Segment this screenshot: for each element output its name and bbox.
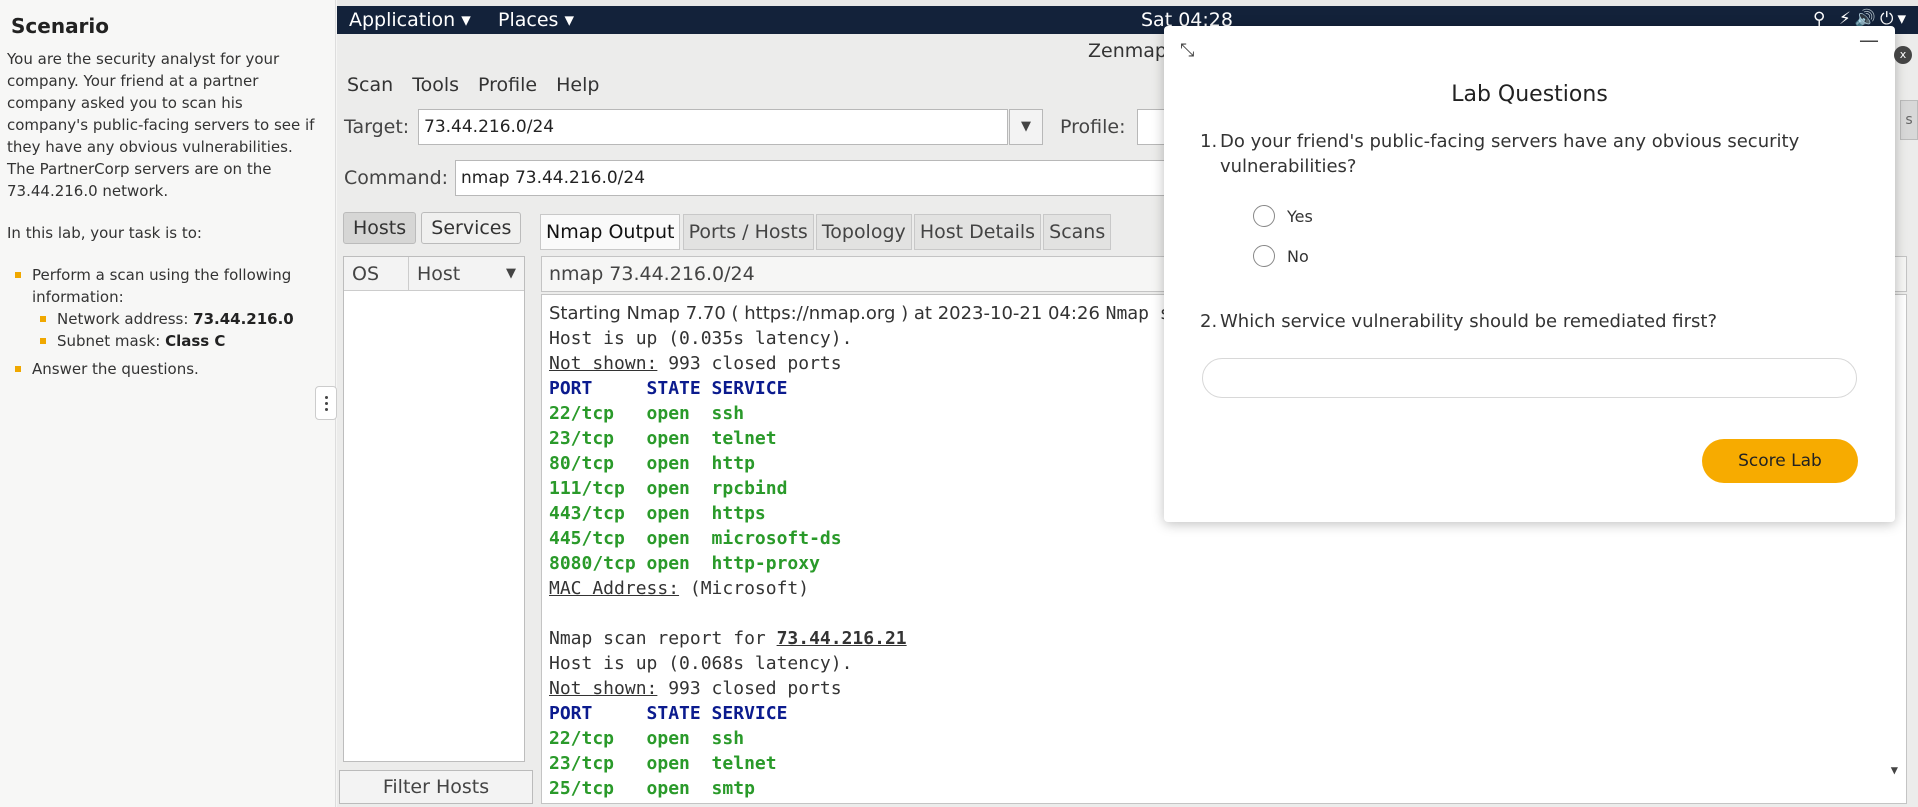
task-subitem-network: Network address: 73.44.216.0 — [32, 308, 325, 330]
radio-no[interactable]: No — [1253, 245, 1309, 267]
radio-yes[interactable]: Yes — [1253, 205, 1313, 227]
tab-host-details[interactable]: Host Details — [913, 214, 1042, 250]
score-lab-button[interactable]: Score Lab — [1702, 439, 1858, 483]
collapse-icon[interactable]: ⤡ — [1180, 40, 1194, 61]
answer-input[interactable] — [1202, 358, 1857, 398]
task-subitem-mask: Subnet mask: Class C — [32, 330, 325, 352]
scenario-title: Scenario — [11, 14, 110, 38]
application-menu[interactable]: Application ▾ — [349, 9, 471, 31]
minimize-icon[interactable]: — — [1859, 28, 1879, 52]
host-list-header: OS Host ▼ — [344, 257, 524, 291]
tab-topology[interactable]: Topology — [815, 214, 912, 250]
sort-arrow-icon[interactable]: ▼ — [506, 266, 516, 281]
modal-title: Lab Questions — [1451, 82, 1608, 107]
tab-scans[interactable]: Scans — [1043, 214, 1112, 250]
question-2: 2. Which service vulnerability should be… — [1200, 311, 1717, 332]
scenario-panel: Scenario You are the security analyst fo… — [0, 0, 336, 807]
port-line: 22/tcp open ssh — [549, 728, 745, 749]
port-line: 22/tcp open ssh — [549, 403, 745, 424]
column-os[interactable]: OS — [352, 263, 379, 285]
column-host[interactable]: Host — [408, 257, 460, 290]
scenario-intro: You are the security analyst for your co… — [7, 50, 315, 200]
places-menu[interactable]: Places ▾ — [498, 9, 574, 31]
port-line: 25/tcp open smtp — [549, 778, 755, 799]
command-label: Command: — [344, 167, 449, 189]
menu-bar: Scan Tools Profile Help — [337, 68, 608, 100]
port-table-header: PORT STATE SERVICE — [549, 378, 788, 399]
menu-tools[interactable]: Tools — [402, 68, 468, 96]
screen: Scenario You are the security analyst fo… — [0, 0, 1918, 807]
tab-ports-hosts[interactable]: Ports / Hosts — [682, 214, 814, 250]
panel-resize-handle[interactable] — [315, 386, 337, 420]
port-line: 8080/tcp open http-proxy — [549, 553, 820, 574]
services-button[interactable]: Services — [421, 212, 522, 244]
filter-hosts-button[interactable]: Filter Hosts — [339, 770, 533, 804]
right-edge-button[interactable]: s — [1900, 100, 1918, 140]
menu-scan[interactable]: Scan — [337, 68, 402, 96]
task-item-scan: Perform a scan using the following infor… — [7, 264, 325, 352]
output-tabs: Nmap Output Ports / Hosts Topology Host … — [540, 214, 1112, 250]
port-line: 23/tcp open telnet — [549, 753, 777, 774]
port-line: 445/tcp open microsoft-ds — [549, 528, 842, 549]
close-icon[interactable]: x — [1894, 46, 1912, 64]
task-list: Perform a scan using the following infor… — [7, 264, 325, 380]
menu-profile[interactable]: Profile — [468, 68, 546, 96]
host-view-toggle: Hosts Services — [343, 212, 522, 244]
menu-help[interactable]: Help — [546, 68, 608, 96]
hosts-button[interactable]: Hosts — [343, 212, 417, 244]
task-item-answer: Answer the questions. — [7, 358, 325, 380]
target-dropdown-button[interactable]: ▼ — [1009, 109, 1043, 145]
radio-circle-icon[interactable] — [1253, 245, 1275, 267]
port-line: 111/tcp open rpcbind — [549, 478, 788, 499]
scroll-down-icon[interactable]: ▼ — [1891, 758, 1898, 783]
lab-questions-modal: ⤡ — Lab Questions 1. Do your friend's pu… — [1164, 26, 1895, 522]
target-input[interactable]: 73.44.216.0/24 — [418, 109, 1008, 145]
tab-nmap-output[interactable]: Nmap Output — [540, 214, 681, 250]
port-line: 23/tcp open telnet — [549, 428, 777, 449]
target-label: Target: — [344, 116, 410, 138]
radio-circle-icon[interactable] — [1253, 205, 1275, 227]
profile-select[interactable] — [1137, 109, 1167, 145]
question-1: 1. Do your friend's public-facing server… — [1200, 131, 1800, 177]
profile-label: Profile: — [1060, 116, 1126, 138]
host-list[interactable]: OS Host ▼ — [343, 256, 525, 762]
task-intro: In this lab, your task is to: — [7, 224, 202, 242]
port-table-header: PORT STATE SERVICE — [549, 703, 788, 724]
port-line: 80/tcp open http — [549, 453, 755, 474]
port-line: 443/tcp open https — [549, 503, 766, 524]
